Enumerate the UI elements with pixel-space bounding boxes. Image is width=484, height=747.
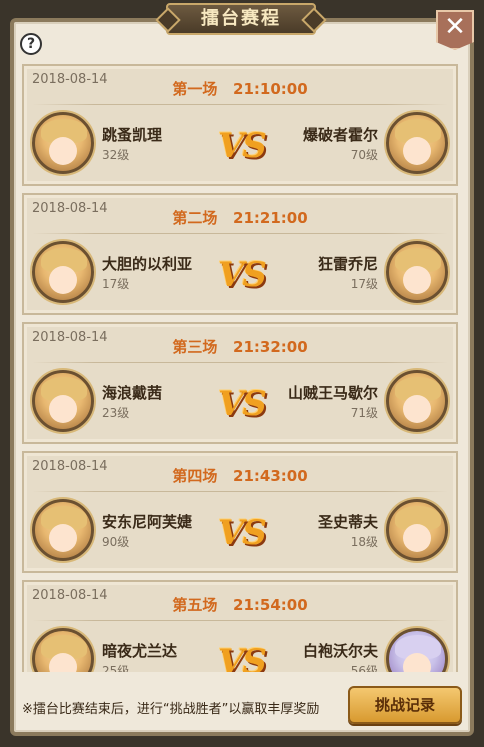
right-player-level: 70级 xyxy=(350,148,378,162)
divider xyxy=(32,104,448,105)
match-card: 2018-08-14 第五场 21:54:00 暗夜尤兰达 25级 VS 白袍沃… xyxy=(22,580,458,672)
page-title: 擂台赛程 xyxy=(166,3,316,35)
left-player-name: 跳蚤凯理 xyxy=(102,126,163,144)
challenge-record-button[interactable]: 挑战记录 xyxy=(348,686,462,724)
right-player-level: 17级 xyxy=(350,277,378,291)
help-icon: ? xyxy=(26,36,36,52)
vs-icon: VS xyxy=(218,384,267,424)
left-player-avatar[interactable] xyxy=(32,112,94,174)
right-player-name: 狂雷乔尼 xyxy=(317,255,378,273)
right-player-level: 18级 xyxy=(350,535,378,549)
divider xyxy=(32,233,448,234)
match-heading: 第五场 21:54:00 xyxy=(24,594,456,615)
right-player-avatar[interactable] xyxy=(386,628,448,672)
left-player-name: 大胆的以利亚 xyxy=(102,255,193,273)
divider xyxy=(32,491,448,492)
left-player-level: 23级 xyxy=(102,406,130,420)
left-player-level: 90级 xyxy=(102,535,130,549)
close-button[interactable]: ✕ xyxy=(436,10,474,50)
divider xyxy=(32,620,448,621)
left-player-avatar[interactable] xyxy=(32,499,94,561)
match-list[interactable]: 2018-08-14 第一场 21:10:00 跳蚤凯理 32级 VS 爆破者霍… xyxy=(22,64,458,672)
left-player-level: 32级 xyxy=(102,148,130,162)
match-time: 21:43:00 xyxy=(233,467,308,485)
right-player-name: 山贼王马歇尔 xyxy=(287,384,378,402)
left-player-avatar[interactable] xyxy=(32,241,94,303)
left-player-name: 暗夜尤兰达 xyxy=(102,642,178,660)
left-player-level: 17级 xyxy=(102,277,130,291)
left-player-name: 海浪戴茜 xyxy=(102,384,163,402)
close-icon: ✕ xyxy=(444,12,466,42)
vs-icon: VS xyxy=(218,126,267,166)
match-card: 2018-08-14 第一场 21:10:00 跳蚤凯理 32级 VS 爆破者霍… xyxy=(22,64,458,186)
vs-icon: VS xyxy=(218,513,267,553)
right-player-name: 爆破者霍尔 xyxy=(302,126,378,144)
left-player-avatar[interactable] xyxy=(32,370,94,432)
right-player-avatar[interactable] xyxy=(386,112,448,174)
match-time: 21:21:00 xyxy=(233,209,308,227)
match-time: 21:10:00 xyxy=(233,80,308,98)
match-time: 21:54:00 xyxy=(233,596,308,614)
match-card: 2018-08-14 第二场 21:21:00 大胆的以利亚 17级 VS 狂雷… xyxy=(22,193,458,315)
right-player-level: 56级 xyxy=(350,664,378,672)
match-round: 第三场 xyxy=(172,338,218,356)
match-round: 第一场 xyxy=(172,80,218,98)
right-player-avatar[interactable] xyxy=(386,241,448,303)
vs-icon: VS xyxy=(218,255,267,295)
match-round: 第五场 xyxy=(172,596,218,614)
right-player-level: 71级 xyxy=(350,406,378,420)
window-frame: 擂台赛程 ✕ ? 2018-08-14 第一场 21:10:00 跳蚤凯理 32… xyxy=(0,0,484,747)
match-round: 第二场 xyxy=(172,209,218,227)
right-player-avatar[interactable] xyxy=(386,370,448,432)
right-player-name: 圣史蒂夫 xyxy=(317,513,378,531)
left-player-level: 25级 xyxy=(102,664,130,672)
right-player-avatar[interactable] xyxy=(386,499,448,561)
footer-note: ※擂台比赛结束后，进行“挑战胜者”以赢取丰厚奖励 xyxy=(22,702,320,717)
match-card: 2018-08-14 第四场 21:43:00 安东尼阿芙婕 90级 VS 圣史… xyxy=(22,451,458,573)
help-button[interactable]: ? xyxy=(20,33,42,55)
match-heading: 第四场 21:43:00 xyxy=(24,465,456,486)
left-player-name: 安东尼阿芙婕 xyxy=(102,513,193,531)
match-round: 第四场 xyxy=(172,467,218,485)
match-card: 2018-08-14 第三场 21:32:00 海浪戴茜 23级 VS 山贼王马… xyxy=(22,322,458,444)
match-heading: 第一场 21:10:00 xyxy=(24,78,456,99)
match-time: 21:32:00 xyxy=(233,338,308,356)
match-heading: 第二场 21:21:00 xyxy=(24,207,456,228)
vs-icon: VS xyxy=(218,642,267,672)
divider xyxy=(32,362,448,363)
right-player-name: 白袍沃尔夫 xyxy=(302,642,378,660)
left-player-avatar[interactable] xyxy=(32,628,94,672)
match-heading: 第三场 21:32:00 xyxy=(24,336,456,357)
